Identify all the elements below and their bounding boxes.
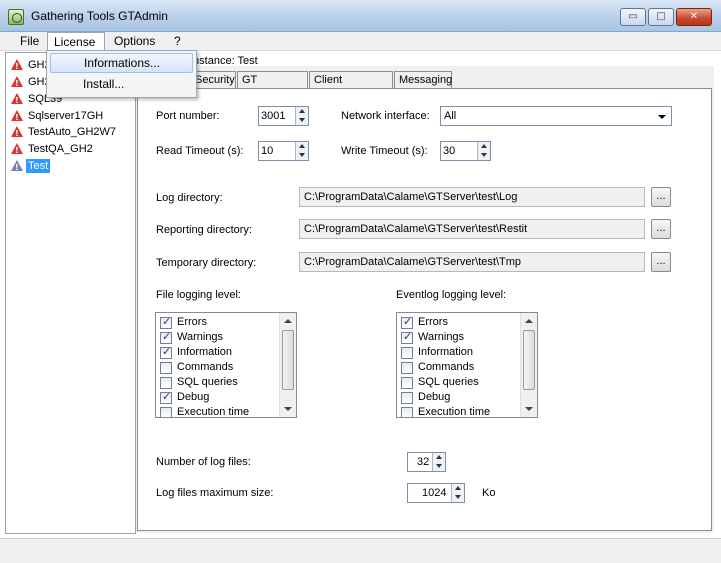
checkbox[interactable] bbox=[160, 345, 172, 359]
status-bar bbox=[0, 538, 721, 563]
menu-options[interactable]: Options bbox=[108, 32, 161, 51]
scrollbar[interactable] bbox=[279, 313, 296, 417]
port-stepper[interactable]: 3001 bbox=[258, 106, 309, 126]
checkbox[interactable] bbox=[401, 362, 413, 374]
warning-icon bbox=[11, 110, 23, 125]
menu-file[interactable]: File bbox=[14, 32, 45, 51]
spin-arrows-icon[interactable] bbox=[432, 453, 445, 471]
spin-arrows-icon[interactable] bbox=[295, 107, 308, 125]
file-logging-level-label: File logging level: bbox=[156, 289, 241, 301]
scroll-down-icon[interactable] bbox=[525, 407, 533, 411]
minimize-button[interactable]: ▭ bbox=[620, 8, 646, 26]
tab-gt-database[interactable]: GT database bbox=[237, 71, 308, 102]
close-button[interactable]: ✕ bbox=[676, 8, 712, 26]
network-interface-select[interactable]: All bbox=[440, 106, 672, 126]
log-directory-field[interactable]: C:\ProgramData\Calame\GTServer\test\Log bbox=[299, 187, 645, 207]
temporary-directory-label: Temporary directory: bbox=[156, 257, 257, 269]
maximize-button[interactable]: □ bbox=[648, 8, 674, 26]
number-of-log-files-label: Number of log files: bbox=[156, 456, 251, 468]
checkbox[interactable] bbox=[160, 315, 172, 329]
checkbox[interactable] bbox=[160, 390, 172, 404]
temporary-directory-browse-button[interactable]: ... bbox=[651, 252, 671, 272]
checkbox[interactable] bbox=[160, 407, 172, 417]
scrollbar[interactable] bbox=[520, 313, 537, 417]
scroll-thumb[interactable] bbox=[282, 330, 294, 390]
checkbox[interactable] bbox=[401, 392, 413, 404]
eventlog-logging-level-label: Eventlog logging level: bbox=[396, 289, 507, 301]
log-max-size-unit: Ko bbox=[482, 487, 496, 499]
spin-arrows-icon[interactable] bbox=[295, 142, 308, 160]
menu-license[interactable]: License bbox=[47, 32, 105, 51]
instance-label: Instance: Test bbox=[190, 55, 258, 67]
warning-icon bbox=[11, 160, 23, 175]
spin-arrows-icon[interactable] bbox=[477, 142, 490, 160]
scroll-up-icon[interactable] bbox=[284, 319, 292, 323]
checkbox[interactable] bbox=[401, 407, 413, 417]
menu-item-informations[interactable]: Informations... bbox=[50, 53, 193, 73]
read-timeout-label: Read Timeout (s): bbox=[156, 145, 244, 157]
checkbox[interactable] bbox=[160, 330, 172, 344]
network-interface-label: Network interface: bbox=[341, 110, 430, 122]
port-label: Port number: bbox=[156, 110, 220, 122]
scroll-up-icon[interactable] bbox=[525, 319, 533, 323]
log-max-size-label: Log files maximum size: bbox=[156, 487, 274, 499]
log-directory-browse-button[interactable]: ... bbox=[651, 187, 671, 207]
app-icon bbox=[8, 9, 24, 25]
menu-item-install[interactable]: Install... bbox=[50, 75, 193, 95]
chevron-down-icon bbox=[658, 115, 666, 119]
menu-help[interactable]: ? bbox=[168, 32, 187, 51]
temporary-directory-field[interactable]: C:\ProgramData\Calame\GTServer\test\Tmp bbox=[299, 252, 645, 272]
scroll-thumb[interactable] bbox=[523, 330, 535, 390]
number-of-log-files-stepper[interactable]: 32 bbox=[407, 452, 446, 472]
warning-icon bbox=[11, 126, 23, 141]
reporting-directory-label: Reporting directory: bbox=[156, 224, 252, 236]
warning-icon bbox=[11, 76, 23, 91]
checkbox[interactable] bbox=[160, 362, 172, 374]
reporting-directory-field[interactable]: C:\ProgramData\Calame\GTServer\test\Rest… bbox=[299, 219, 645, 239]
file-logging-level-list[interactable]: Errors Warnings Information Commands SQL… bbox=[155, 312, 297, 418]
instance-tree[interactable]: GH2 GH2 SQL39 Sqlserver17GH TestAuto_GH2… bbox=[5, 52, 136, 534]
window-title: Gathering Tools GTAdmin bbox=[31, 9, 168, 23]
reporting-directory-browse-button[interactable]: ... bbox=[651, 219, 671, 239]
checkbox[interactable] bbox=[401, 330, 413, 344]
write-timeout-stepper[interactable]: 30 bbox=[440, 141, 491, 161]
warning-icon bbox=[11, 143, 23, 158]
scroll-down-icon[interactable] bbox=[284, 407, 292, 411]
menu-bar: File License Options ? bbox=[0, 32, 721, 51]
warning-icon bbox=[11, 59, 23, 74]
spin-arrows-icon[interactable] bbox=[451, 484, 464, 502]
write-timeout-label: Write Timeout (s): bbox=[341, 145, 428, 157]
tab-client-database[interactable]: Client database bbox=[309, 71, 393, 102]
warning-icon bbox=[11, 93, 23, 108]
license-menu-dropdown: Informations... Install... bbox=[46, 50, 197, 98]
log-directory-label: Log directory: bbox=[156, 192, 223, 204]
checkbox[interactable] bbox=[401, 377, 413, 389]
read-timeout-stepper[interactable]: 10 bbox=[258, 141, 309, 161]
log-max-size-stepper[interactable]: 1024 bbox=[407, 483, 465, 503]
checkbox[interactable] bbox=[401, 347, 413, 359]
checkbox[interactable] bbox=[401, 315, 413, 329]
tab-messaging[interactable]: Messaging bbox=[394, 71, 452, 89]
checkbox[interactable] bbox=[160, 377, 172, 389]
eventlog-logging-level-list[interactable]: Errors Warnings Information Commands SQL… bbox=[396, 312, 538, 418]
